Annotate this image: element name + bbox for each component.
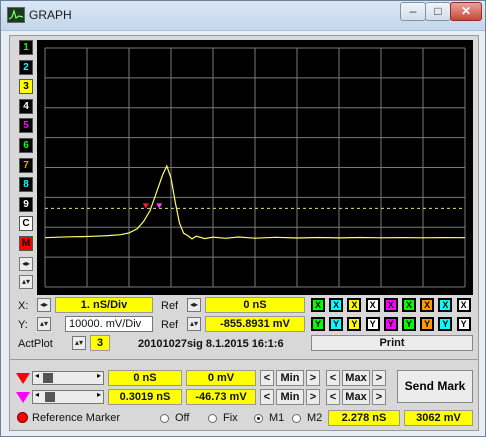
x-ref-label: Ref <box>161 300 179 312</box>
marker1-point <box>142 203 149 209</box>
trace-scroll-left-right[interactable]: ◂▸ <box>19 257 33 271</box>
marker1-max-button[interactable]: Max <box>342 370 370 386</box>
trace-button-2[interactable]: 2 <box>19 59 33 75</box>
close-button[interactable]: ✕ <box>450 2 482 21</box>
marker2-max-prev-button[interactable]: < <box>326 389 340 405</box>
y-toggle-3[interactable]: Y <box>347 317 362 331</box>
marker2-volt: -46.73 mV <box>186 389 256 405</box>
radio-m1-label: M1 <box>269 412 285 424</box>
x-toggle-2[interactable]: X <box>329 298 344 312</box>
graph-window: GRAPH – □ ✕ 1 2 3 4 5 6 7 8 9 CM ◂▸ ▴▾ X: ◂▸ 1. n… <box>0 0 486 437</box>
marker2-min-next-button[interactable]: > <box>306 389 320 405</box>
x-toggle-4[interactable]: X <box>365 298 380 312</box>
separator <box>10 359 478 360</box>
y-toggle-5[interactable]: Y <box>383 317 398 331</box>
x-toggle-5[interactable]: X <box>383 298 398 312</box>
minimize-button[interactable]: – <box>400 2 426 21</box>
trace-button-6[interactable]: 6 <box>19 138 33 153</box>
x-ref-value: 0 nS <box>205 297 305 313</box>
marker2-min-button[interactable]: Min <box>276 389 304 405</box>
marker2-point <box>156 203 163 209</box>
actplot-value: 3 <box>90 335 110 351</box>
marker1-max-next-button[interactable]: > <box>372 370 386 386</box>
trace-button-11[interactable]: M <box>19 236 33 251</box>
app-icon <box>7 7 25 23</box>
marker2-down-triangle-icon <box>16 392 30 403</box>
send-mark-button[interactable]: Send Mark <box>397 370 473 403</box>
delta-time-value: 2.278 nS <box>328 410 400 426</box>
y-div-value[interactable]: 10000. mV/Div <box>65 316 153 332</box>
reference-marker-label: Reference Marker <box>32 412 121 424</box>
x-axis-label: X: <box>18 300 29 312</box>
graph-plot[interactable] <box>37 40 473 295</box>
trace-button-8[interactable]: 8 <box>19 177 33 193</box>
print-button[interactable]: Print <box>311 335 473 351</box>
y-div-spinner[interactable]: ▴▾ <box>37 317 51 331</box>
trace-button-10[interactable]: C <box>19 216 33 232</box>
marker1-time: 0 nS <box>108 370 182 386</box>
marker2-min-prev-button[interactable]: < <box>260 389 274 405</box>
trace-scroll-up-down[interactable]: ▴▾ <box>19 275 33 289</box>
x-toggle-8[interactable]: X <box>438 298 453 312</box>
delta-volt-value: 3062 mV <box>404 410 473 426</box>
radio-m2-label: M2 <box>307 412 323 424</box>
client-area: 1 2 3 4 5 6 7 8 9 CM ◂▸ ▴▾ X: ◂▸ 1. nS/Div Ref ◂▸… <box>9 35 479 431</box>
trace-button-5[interactable]: 5 <box>19 118 33 134</box>
title-bar[interactable]: GRAPH – □ ✕ <box>1 1 485 31</box>
marker2-max-button[interactable]: Max <box>342 389 370 405</box>
trace-button-1[interactable]: 1 <box>19 40 33 55</box>
y-toggle-7[interactable]: Y <box>420 317 435 331</box>
x-div-value: 1. nS/Div <box>55 297 153 313</box>
marker1-min-button[interactable]: Min <box>276 370 304 386</box>
plot-svg <box>44 47 466 288</box>
marker2-slider[interactable]: ◂ ▸ <box>32 390 104 404</box>
radio-fix-label: Fix <box>223 412 238 424</box>
x-div-spinner[interactable]: ◂▸ <box>37 298 51 312</box>
y-toggle-4[interactable]: Y <box>365 317 380 331</box>
y-toggle-8[interactable]: Y <box>438 317 453 331</box>
y-axis-label: Y: <box>18 319 28 331</box>
x-toggle-6[interactable]: X <box>402 298 416 312</box>
trace-button-9[interactable]: 9 <box>19 196 33 212</box>
plot-info-text: 20101027sig 8.1.2015 16:1:6 <box>138 338 284 350</box>
x-toggle-3[interactable]: X <box>347 298 362 312</box>
reference-marker-dot-icon <box>17 412 28 423</box>
radio-off[interactable] <box>160 414 169 423</box>
y-ref-spinner[interactable]: ▴▾ <box>187 317 201 331</box>
marker1-min-prev-button[interactable]: < <box>260 370 274 386</box>
radio-m1[interactable] <box>254 414 263 423</box>
plot-grid <box>44 47 466 288</box>
actplot-spinner[interactable]: ▴▾ <box>72 336 86 350</box>
x-toggle-7[interactable]: X <box>420 298 435 312</box>
maximize-button[interactable]: □ <box>425 2 451 21</box>
actplot-label: ActPlot <box>18 338 53 350</box>
x-toggle-9[interactable]: X <box>456 298 471 312</box>
radio-off-label: Off <box>175 412 190 424</box>
marker2-time: 0.3019 nS <box>108 389 182 405</box>
marker1-volt: 0 mV <box>186 370 256 386</box>
x-ref-spinner[interactable]: ◂▸ <box>187 298 201 312</box>
window-title: GRAPH <box>29 8 72 22</box>
radio-fix[interactable] <box>208 414 217 423</box>
y-ref-value: -855.8931 mV <box>205 316 305 332</box>
marker1-max-prev-button[interactable]: < <box>326 370 340 386</box>
y-toggle-6[interactable]: Y <box>402 317 416 331</box>
x-toggle-1[interactable]: X <box>311 298 325 312</box>
trace-button-7[interactable]: 7 <box>19 157 33 173</box>
y-toggle-1[interactable]: Y <box>311 317 325 331</box>
y-toggle-2[interactable]: Y <box>329 317 344 331</box>
trace-button-3[interactable]: 3 <box>19 79 33 95</box>
marker1-slider[interactable]: ◂ ▸ <box>32 371 104 385</box>
radio-m2[interactable] <box>292 414 301 423</box>
marker1-min-next-button[interactable]: > <box>306 370 320 386</box>
marker2-max-next-button[interactable]: > <box>372 389 386 405</box>
marker1-down-triangle-icon <box>16 373 30 384</box>
trace-button-4[interactable]: 4 <box>19 98 33 114</box>
y-ref-label: Ref <box>161 319 179 331</box>
y-toggle-9[interactable]: Y <box>456 317 471 331</box>
